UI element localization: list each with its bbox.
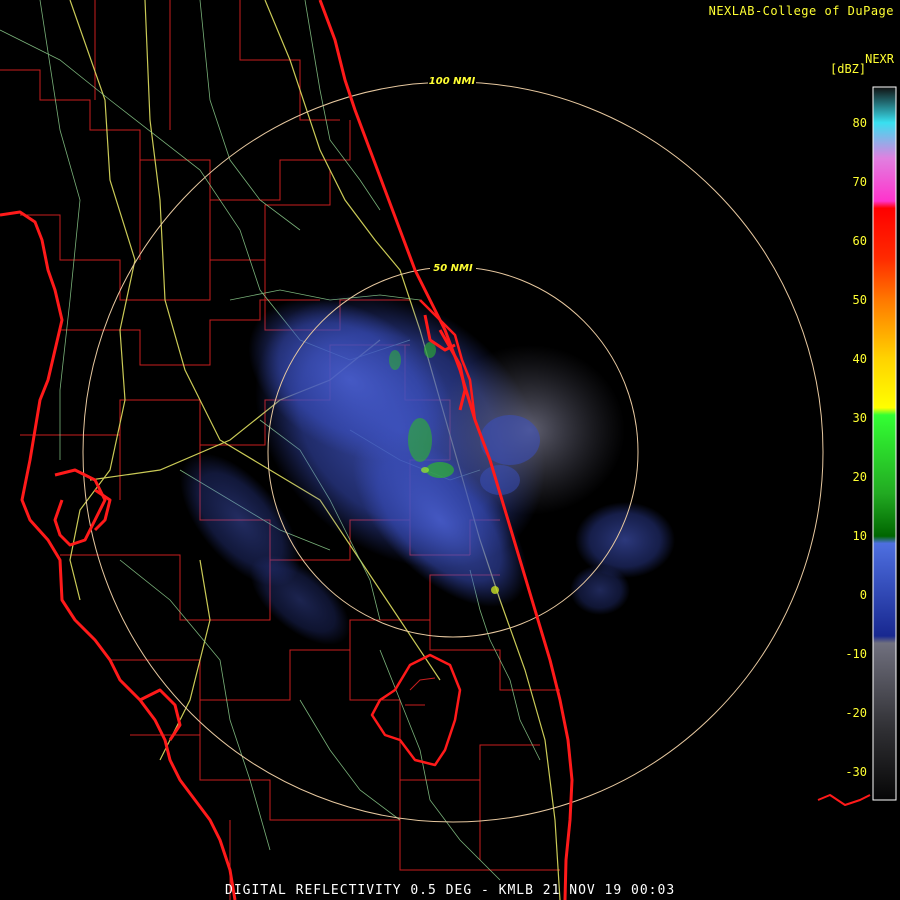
ring-label-100nmi: 100 NMI [429, 76, 476, 87]
color-scale-tick-label: 80 [853, 116, 867, 130]
color-scale: 80 70 60 50 40 30 20 10 0 -10 -20 -30 [845, 86, 897, 801]
color-scale-tick-label: -10 [845, 647, 867, 661]
radar-map: 100 NMI 50 NMI 80 70 60 50 40 30 20 10 0 -10 -20 -3… [0, 0, 897, 900]
product-label: NEXR [865, 52, 894, 66]
color-scale-tick-label: -30 [845, 765, 867, 779]
color-scale-tick-label: 10 [853, 529, 867, 543]
color-scale-tick-label: 40 [853, 352, 867, 366]
color-scale-tick-label: 60 [853, 234, 867, 248]
unit-label: [dBZ] [830, 62, 867, 76]
color-scale-tick-label: 0 [860, 588, 867, 602]
ring-label-50nmi: 50 NMI [433, 263, 473, 274]
color-scale-tick-label: -20 [845, 706, 867, 720]
product-caption: DIGITAL REFLECTIVITY 0.5 DEG - KMLB 21 N… [225, 883, 676, 898]
credit-text: NEXLAB-College of DuPage [708, 4, 894, 18]
color-scale-bar [872, 86, 897, 801]
color-scale-tick-label: 20 [853, 470, 867, 484]
color-scale-ticks: 80 70 60 50 40 30 20 10 0 -10 -20 -30 [845, 116, 867, 779]
color-scale-tick-label: 50 [853, 293, 867, 307]
color-scale-tick-label: 70 [853, 175, 867, 189]
lakes [405, 677, 436, 706]
color-scale-tick-label: 30 [853, 411, 867, 425]
